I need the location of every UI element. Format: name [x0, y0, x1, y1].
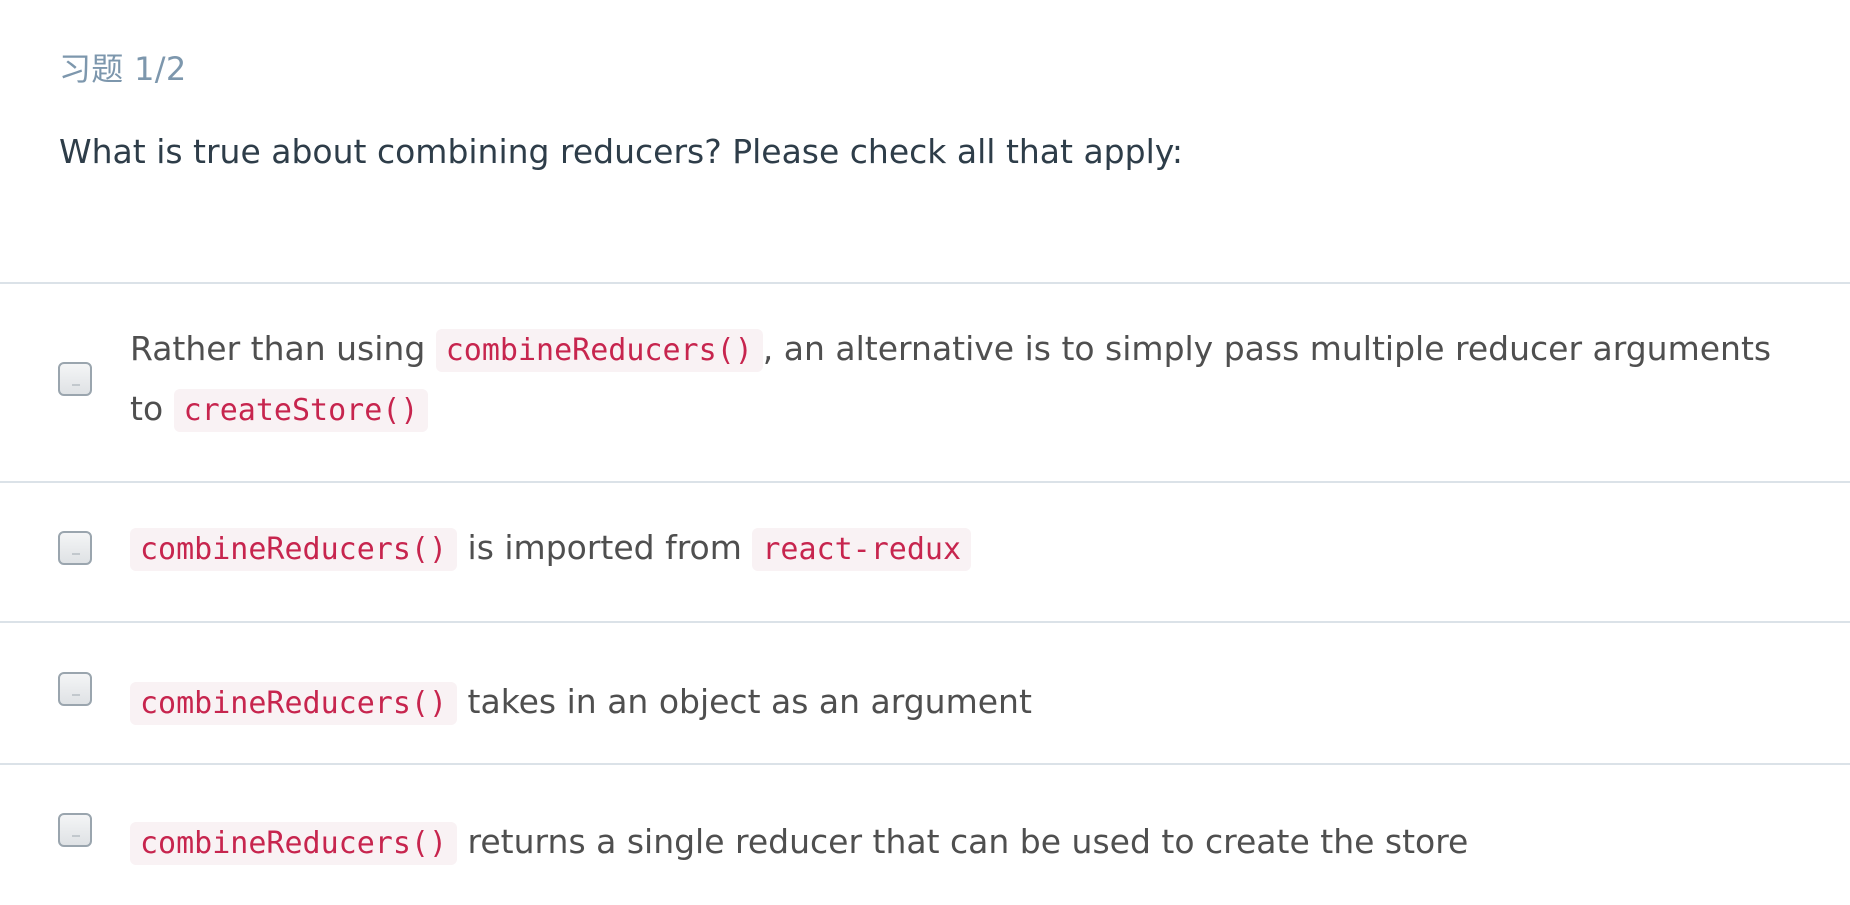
- inline-code: combineReducers(): [130, 822, 458, 865]
- option-text-segment: is imported from: [457, 528, 753, 567]
- option-item[interactable]: combineReducers() takes in an object as …: [0, 623, 1850, 765]
- option-checkbox[interactable]: [58, 362, 92, 396]
- option-item[interactable]: Rather than using combineReducers(), an …: [0, 284, 1850, 483]
- inline-code: combineReducers(): [435, 329, 763, 372]
- inline-code: react-redux: [752, 528, 972, 571]
- inline-code: createStore(): [173, 389, 429, 432]
- option-item[interactable]: combineReducers() returns a single reduc…: [0, 765, 1850, 905]
- quiz-progress-label: 习题 1/2: [59, 50, 187, 88]
- inline-code: combineReducers(): [130, 682, 458, 725]
- option-checkbox[interactable]: [58, 531, 92, 565]
- quiz-question: What is true about combining reducers? P…: [59, 132, 1183, 171]
- inline-code: combineReducers(): [130, 528, 458, 571]
- option-checkbox[interactable]: [58, 813, 92, 847]
- option-label[interactable]: combineReducers() is imported from react…: [130, 519, 1780, 579]
- option-label[interactable]: combineReducers() takes in an object as …: [130, 673, 1780, 733]
- option-text-segment: takes in an object as an argument: [457, 682, 1032, 721]
- option-checkbox[interactable]: [58, 672, 92, 706]
- option-text-segment: returns a single reducer that can be use…: [457, 822, 1469, 861]
- options-list: Rather than using combineReducers(), an …: [0, 282, 1850, 905]
- quiz-header: 习题 1/2: [59, 50, 186, 88]
- option-text-segment: Rather than using: [130, 329, 436, 368]
- option-label[interactable]: Rather than using combineReducers(), an …: [130, 320, 1780, 440]
- option-label[interactable]: combineReducers() returns a single reduc…: [130, 813, 1780, 873]
- option-item[interactable]: combineReducers() is imported from react…: [0, 483, 1850, 623]
